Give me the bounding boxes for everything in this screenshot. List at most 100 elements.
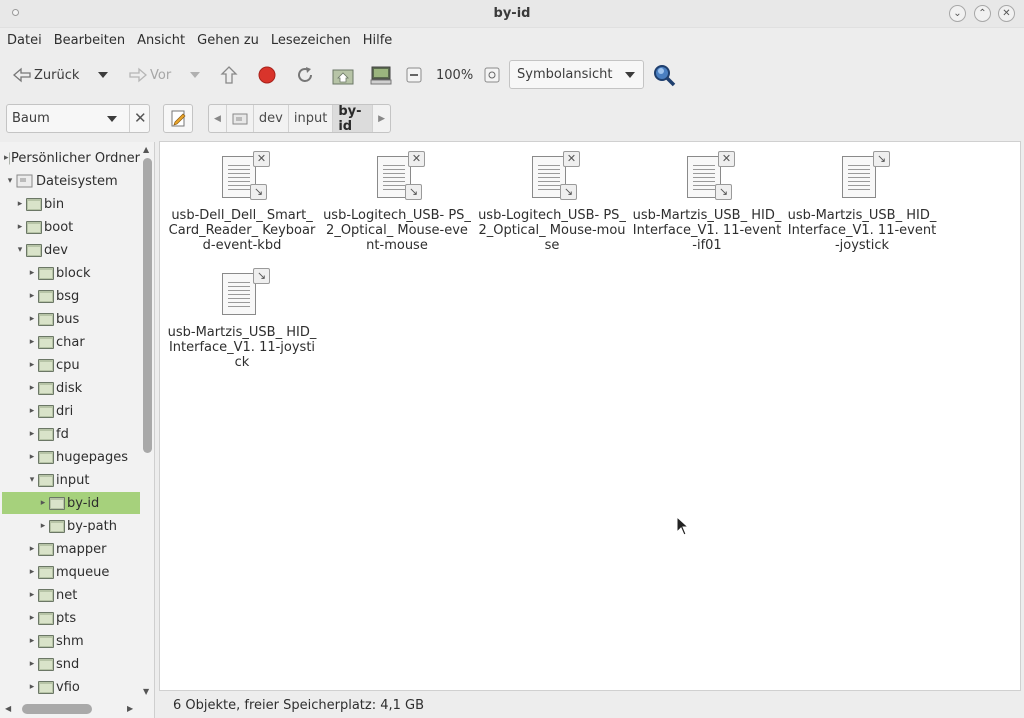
expander-closed-icon[interactable]: ▸	[26, 337, 38, 347]
view-mode-select[interactable]: Symbolansicht	[509, 60, 644, 89]
sidebar-item-snd[interactable]: ▸ snd	[0, 653, 140, 675]
up-button[interactable]	[218, 54, 240, 96]
sidebar-item-fd[interactable]: ▸ fd	[0, 423, 140, 445]
breadcrumb-dev[interactable]: dev	[254, 105, 289, 132]
expander-closed-icon[interactable]: ▸	[26, 429, 38, 439]
sidebar-tree: ▸ Persönlicher Ordner ▾ Dateisystem ▸ bin ▸ boo…	[0, 142, 155, 718]
file-view[interactable]: ✕ ↘ usb-Dell_Dell_ Smart_Card_Reader_ Keyb…	[159, 141, 1021, 691]
sidebar-item-vfio[interactable]: ▸ vfio	[0, 676, 140, 698]
home-button[interactable]	[331, 54, 355, 96]
sidebar-item-bsg[interactable]: ▸ bsg	[0, 285, 140, 307]
file-item[interactable]: ✕ ↘ usb-Dell_Dell_ Smart_Card_Reader_ Keyb…	[167, 150, 317, 253]
expander-open-icon[interactable]: ▾	[4, 176, 16, 186]
sidebar-item-mapper[interactable]: ▸ mapper	[0, 538, 140, 560]
sidebar-item-label: by-id	[67, 495, 100, 511]
expander-closed-icon[interactable]: ▸	[14, 222, 26, 232]
expander-closed-icon[interactable]: ▸	[26, 383, 38, 393]
sidebar-item-pts[interactable]: ▸ pts	[0, 607, 140, 629]
sidebar-item-boot[interactable]: ▸ boot	[0, 216, 140, 238]
file-item[interactable]: ↘ usb-Martzis_USB_ HID_Interface_V1. 11-e…	[787, 150, 937, 253]
scrollbar-thumb[interactable]	[22, 704, 92, 714]
zoom-out-button[interactable]	[405, 54, 423, 96]
folder-icon	[38, 358, 54, 372]
sidebar-item-block[interactable]: ▸ block	[0, 262, 140, 284]
close-sidebar-icon[interactable]: ✕	[134, 109, 147, 127]
expander-open-icon[interactable]: ▾	[26, 475, 38, 485]
forward-button[interactable]: Vor	[126, 54, 171, 96]
sidebar-item-pers-nlicher-ordner[interactable]: ▸ Persönlicher Ordner	[0, 147, 140, 169]
sidebar-item-cpu[interactable]: ▸ cpu	[0, 354, 140, 376]
sidebar-vertical-scrollbar[interactable]: ▲ ▼	[140, 142, 154, 702]
file-item[interactable]: ✕ ↘ usb-Logitech_USB- PS_2_Optical_ Mouse-…	[322, 150, 472, 253]
toggle-location-entry-button[interactable]	[163, 104, 193, 133]
expander-closed-icon[interactable]: ▸	[26, 544, 38, 554]
menu-gehen-zu[interactable]: Gehen zu	[197, 33, 259, 48]
menu-hilfe[interactable]: Hilfe	[363, 33, 393, 48]
back-button[interactable]: Zurück	[10, 54, 79, 96]
reload-button[interactable]	[294, 54, 316, 96]
expander-closed-icon[interactable]: ▸	[26, 567, 38, 577]
expander-closed-icon[interactable]: ▸	[26, 406, 38, 416]
sidebar-item-dev[interactable]: ▾ dev	[0, 239, 140, 261]
sidebar-item-dateisystem[interactable]: ▾ Dateisystem	[0, 170, 140, 192]
scroll-left-icon[interactable]: ◀	[5, 704, 11, 713]
file-item[interactable]: ✕ ↘ usb-Logitech_USB- PS_2_Optical_ Mouse-…	[477, 150, 627, 253]
file-item[interactable]: ↘ usb-Martzis_USB_ HID_Interface_V1. 11-j…	[167, 267, 317, 370]
expander-closed-icon[interactable]: ▸	[37, 521, 49, 531]
sidebar-item-input[interactable]: ▾ input	[0, 469, 140, 491]
sidebar-mode-select[interactable]: Baum ✕	[6, 104, 150, 133]
menu-bearbeiten[interactable]: Bearbeiten	[54, 33, 125, 48]
file-symlink-icon: ✕ ↘	[214, 150, 270, 202]
forward-history-dropdown[interactable]	[190, 54, 200, 96]
scroll-right-icon[interactable]: ▶	[127, 704, 133, 713]
menu-lesezeichen[interactable]: Lesezeichen	[271, 33, 351, 48]
expander-closed-icon[interactable]: ▸	[14, 199, 26, 209]
sidebar-item-disk[interactable]: ▸ disk	[0, 377, 140, 399]
sidebar-item-net[interactable]: ▸ net	[0, 584, 140, 606]
sidebar-horizontal-scrollbar[interactable]: ◀ ▶	[0, 702, 140, 718]
breadcrumb-input[interactable]: input	[289, 105, 334, 132]
file-item[interactable]: ✕ ↘ usb-Martzis_USB_ HID_Interface_V1. 11-…	[632, 150, 782, 253]
expander-closed-icon[interactable]: ▸	[26, 682, 38, 692]
sidebar-item-bin[interactable]: ▸ bin	[0, 193, 140, 215]
back-history-dropdown[interactable]	[98, 54, 108, 96]
scrollbar-thumb[interactable]	[143, 158, 152, 453]
menu-ansicht[interactable]: Ansicht	[137, 33, 185, 48]
computer-button[interactable]	[369, 54, 393, 96]
folder-icon	[38, 312, 54, 326]
sidebar-item-char[interactable]: ▸ char	[0, 331, 140, 353]
search-button[interactable]	[651, 54, 677, 96]
sidebar-item-dri[interactable]: ▸ dri	[0, 400, 140, 422]
breadcrumb-left-arrow[interactable]: ◀	[209, 105, 227, 132]
menu-datei[interactable]: Datei	[7, 33, 42, 48]
breadcrumb-root[interactable]	[227, 105, 254, 132]
zoom-in-button[interactable]	[483, 54, 501, 96]
sidebar-item-hugepages[interactable]: ▸ hugepages	[0, 446, 140, 468]
expander-closed-icon[interactable]: ▸	[26, 452, 38, 462]
sidebar-item-shm[interactable]: ▸ shm	[0, 630, 140, 652]
sidebar-item-mqueue[interactable]: ▸ mqueue	[0, 561, 140, 583]
expander-closed-icon[interactable]: ▸	[26, 659, 38, 669]
scroll-down-icon[interactable]: ▼	[143, 687, 149, 696]
breadcrumb-by-id[interactable]: by-id	[333, 104, 374, 134]
sidebar-item-by-id[interactable]: ▸ by-id	[2, 492, 140, 514]
expander-closed-icon[interactable]: ▸	[26, 314, 38, 324]
expander-closed-icon[interactable]: ▸	[26, 613, 38, 623]
symlink-emblem-icon: ↘	[715, 184, 732, 200]
breadcrumb-right-arrow[interactable]: ▶	[373, 105, 390, 132]
minimize-icon[interactable]: ⌄	[949, 5, 966, 22]
expander-open-icon[interactable]: ▾	[14, 245, 26, 255]
sidebar-item-bus[interactable]: ▸ bus	[0, 308, 140, 330]
expander-closed-icon[interactable]: ▸	[37, 498, 49, 508]
expander-closed-icon[interactable]: ▸	[26, 360, 38, 370]
expander-closed-icon[interactable]: ▸	[26, 291, 38, 301]
sidebar-item-by-path[interactable]: ▸ by-path	[0, 515, 140, 537]
close-icon[interactable]: ✕	[998, 5, 1015, 22]
folder-icon	[38, 680, 54, 694]
stop-button[interactable]	[256, 54, 278, 96]
expander-closed-icon[interactable]: ▸	[26, 590, 38, 600]
scroll-up-icon[interactable]: ▲	[143, 145, 149, 154]
expander-closed-icon[interactable]: ▸	[26, 268, 38, 278]
maximize-icon[interactable]: ⌃	[974, 5, 991, 22]
expander-closed-icon[interactable]: ▸	[26, 636, 38, 646]
